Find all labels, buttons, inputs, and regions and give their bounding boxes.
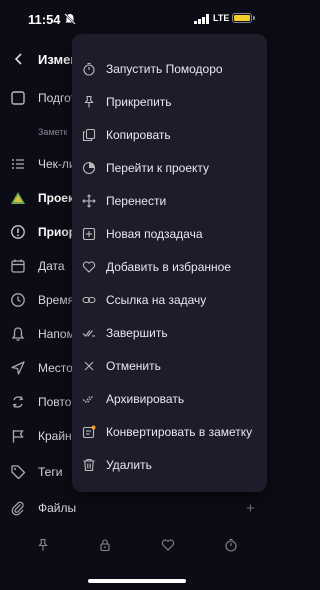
project-label: Проек bbox=[38, 191, 74, 205]
menu-item-new-subtask[interactable]: Новая подзадача bbox=[72, 217, 267, 250]
menu-item-pomodoro[interactable]: Запустить Помодоро bbox=[72, 52, 267, 85]
link-icon bbox=[82, 296, 96, 303]
time-label: Время bbox=[38, 293, 75, 307]
flag-icon bbox=[12, 430, 24, 443]
menu-item-label: Архивировать bbox=[106, 391, 185, 406]
menu-item-label: Отменить bbox=[106, 358, 161, 373]
bottom-toolbar bbox=[0, 532, 272, 562]
move-icon bbox=[82, 193, 96, 208]
menu-item-label: Прикрепить bbox=[106, 94, 172, 109]
menu-item-label: Перейти к проекту bbox=[106, 160, 210, 175]
menu-item-move[interactable]: Перенести bbox=[72, 184, 267, 217]
priority-icon bbox=[11, 225, 25, 239]
menu-item-archive[interactable]: Архивировать bbox=[72, 382, 267, 415]
double-check-icon bbox=[82, 329, 95, 337]
repeat-row[interactable]: Повто bbox=[0, 390, 80, 414]
list-icon bbox=[12, 159, 24, 169]
task-context-menu: Запустить Помодоро Прикрепить Копировать… bbox=[72, 34, 267, 492]
priority-row[interactable]: Приор bbox=[0, 220, 80, 244]
pin-icon[interactable] bbox=[36, 538, 50, 552]
location-label: Место bbox=[38, 361, 73, 375]
tag-icon bbox=[11, 465, 26, 480]
pin-icon bbox=[84, 95, 94, 107]
lock-icon[interactable] bbox=[98, 538, 112, 552]
copy-icon bbox=[82, 128, 96, 141]
clock-icon bbox=[11, 293, 25, 307]
date-row[interactable]: Дата bbox=[0, 254, 80, 278]
date-label: Дата bbox=[38, 259, 65, 273]
subtask-row[interactable]: Подгот bbox=[0, 86, 80, 110]
home-indicator bbox=[88, 579, 186, 583]
location-icon bbox=[11, 361, 25, 375]
location-row[interactable]: Место bbox=[0, 356, 80, 380]
menu-item-label: Ссылка на задачу bbox=[106, 292, 207, 307]
bell-icon bbox=[11, 327, 25, 341]
checklist-row[interactable]: Чек-ли bbox=[0, 152, 80, 176]
add-file-button[interactable]: + bbox=[246, 500, 255, 517]
menu-item-go-to-project[interactable]: Перейти к проекту bbox=[72, 151, 267, 184]
deadline-row[interactable]: Крайн bbox=[0, 424, 80, 448]
files-label: Файлы bbox=[38, 501, 77, 515]
menu-item-label: Завершить bbox=[106, 325, 168, 340]
timer-icon[interactable] bbox=[224, 538, 238, 552]
menu-item-delete[interactable]: Удалить bbox=[72, 448, 267, 481]
add-subtask-icon bbox=[82, 227, 96, 240]
menu-item-label: Конвертировать в заметку bbox=[106, 424, 253, 439]
heart-icon[interactable] bbox=[161, 538, 175, 552]
back-arrow-icon[interactable] bbox=[12, 52, 26, 66]
calendar-icon bbox=[11, 259, 25, 273]
trash-icon bbox=[83, 458, 95, 471]
menu-item-convert-to-note[interactable]: Конвертировать в заметку bbox=[72, 415, 267, 448]
reminder-label: Напом bbox=[38, 327, 75, 341]
repeat-icon bbox=[12, 396, 24, 408]
menu-item-complete[interactable]: Завершить bbox=[72, 316, 267, 349]
menu-item-label: Копировать bbox=[106, 127, 171, 142]
tags-label: Теги bbox=[38, 465, 63, 479]
deadline-label: Крайн bbox=[38, 429, 72, 443]
notes-row[interactable]: Заметк bbox=[0, 124, 80, 140]
close-icon bbox=[84, 361, 94, 370]
repeat-label: Повто bbox=[38, 395, 72, 409]
checklist-label: Чек-ли bbox=[38, 157, 76, 171]
time-row[interactable]: Время bbox=[0, 288, 80, 312]
heart-icon bbox=[82, 260, 96, 273]
priority-label: Приор bbox=[38, 225, 76, 239]
files-row[interactable]: Файлы bbox=[0, 496, 80, 520]
note-convert-icon bbox=[82, 425, 96, 438]
project-icon bbox=[11, 192, 25, 204]
menu-item-pin[interactable]: Прикрепить bbox=[72, 85, 267, 118]
timer-icon bbox=[83, 62, 95, 76]
menu-item-label: Перенести bbox=[106, 193, 167, 208]
menu-item-label: Удалить bbox=[106, 457, 152, 472]
menu-item-label: Добавить в избранное bbox=[106, 259, 231, 274]
paperclip-icon bbox=[11, 501, 24, 516]
project-row[interactable]: Проек bbox=[0, 186, 80, 210]
menu-item-task-link[interactable]: Ссылка на задачу bbox=[72, 283, 267, 316]
checkbox-icon[interactable] bbox=[10, 90, 26, 106]
menu-item-favorite[interactable]: Добавить в избранное bbox=[72, 250, 267, 283]
notes-label: Заметк bbox=[38, 127, 68, 137]
tags-row[interactable]: Теги bbox=[0, 460, 80, 484]
menu-item-label: Запустить Помодоро bbox=[106, 61, 223, 76]
menu-item-copy[interactable]: Копировать bbox=[72, 118, 267, 151]
menu-item-label: Новая подзадача bbox=[106, 226, 203, 241]
reminder-row[interactable]: Напом bbox=[0, 322, 80, 346]
menu-item-cancel[interactable]: Отменить bbox=[72, 349, 267, 382]
project-circle-icon bbox=[82, 161, 96, 174]
subtask-label: Подгот bbox=[38, 91, 77, 105]
archive-check-icon bbox=[82, 395, 93, 403]
